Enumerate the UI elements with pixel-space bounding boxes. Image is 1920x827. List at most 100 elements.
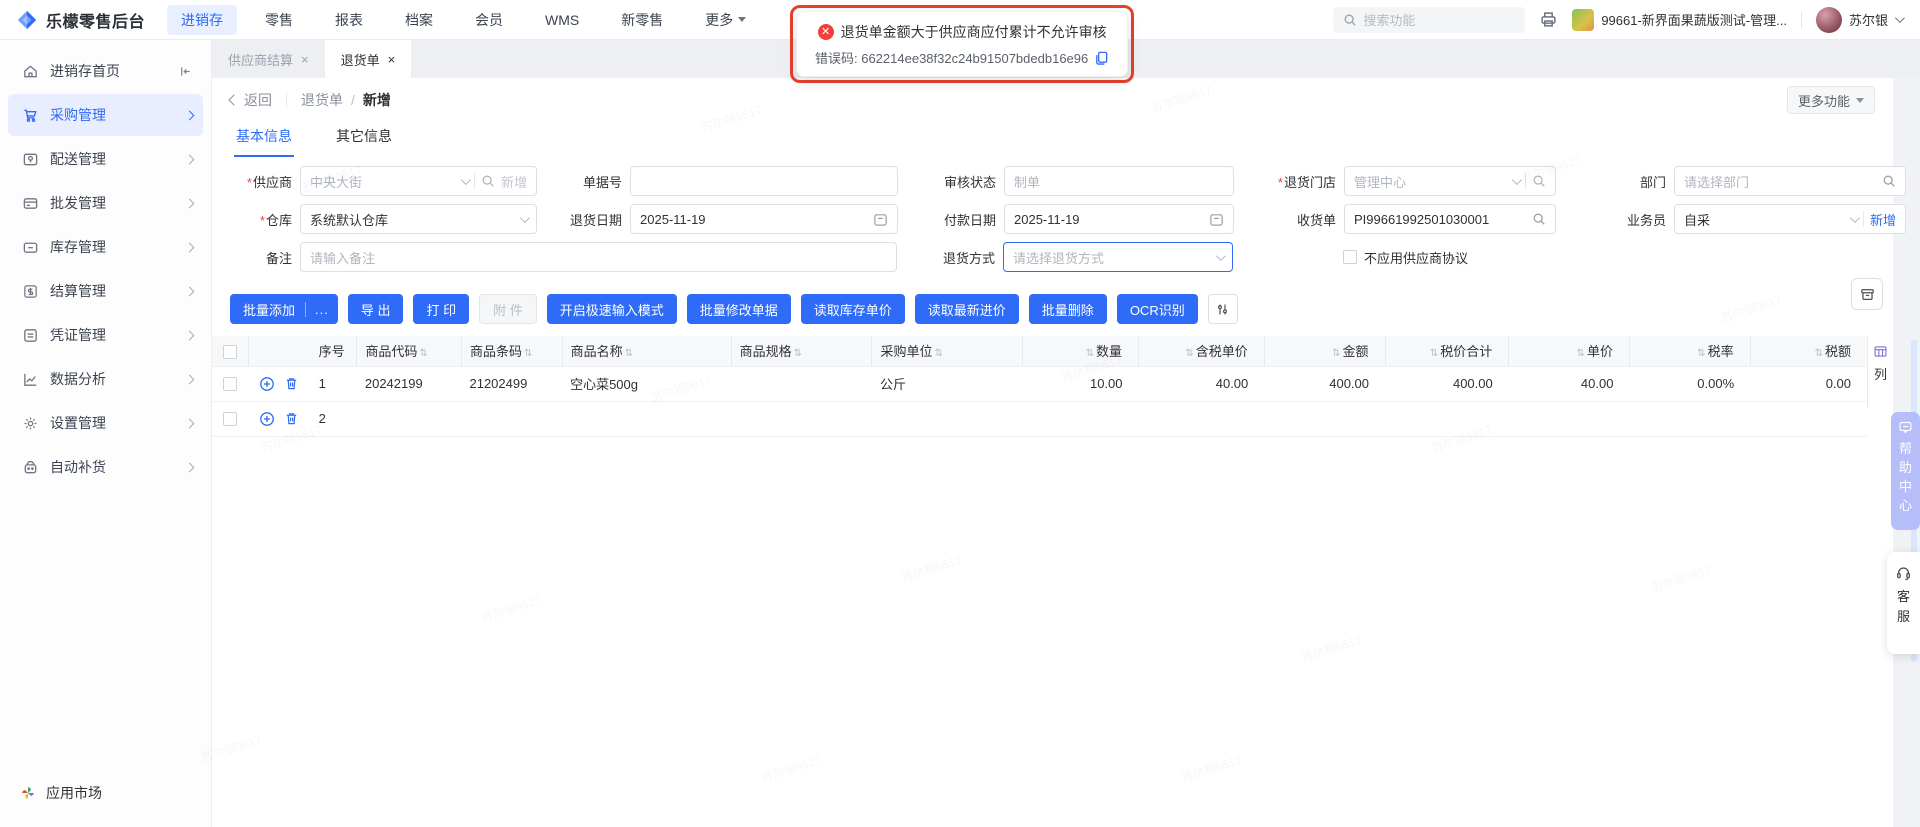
sidebar-item-settings[interactable]: 设置管理 [8, 402, 203, 444]
select-all-checkbox[interactable] [222, 344, 237, 359]
nav-item-inventory[interactable]: 进销存 [167, 4, 238, 35]
cell-name[interactable] [562, 401, 732, 437]
nav-item-members[interactable]: 会员 [461, 5, 517, 35]
close-icon[interactable]: × [388, 52, 396, 67]
tab-return-order[interactable]: 退货单 × [324, 40, 412, 78]
column-panel-toggle[interactable]: 列 [1867, 336, 1893, 408]
cell-name[interactable]: 空心菜500g [562, 366, 732, 402]
delete-row-icon[interactable] [284, 376, 299, 391]
search-icon[interactable] [1532, 212, 1546, 226]
col-header-barcode[interactable]: 商品条码 [460, 336, 563, 367]
salesman-select[interactable]: 自采 新增 [1674, 204, 1906, 234]
tab-basic-info[interactable]: 基本信息 [234, 122, 294, 157]
sidebar-item-delivery[interactable]: 配送管理 [8, 138, 203, 180]
return-date-picker[interactable]: 2025-11-19 [630, 204, 898, 234]
checkbox[interactable] [1343, 250, 1357, 264]
batch-add-label[interactable]: 批量添加 [230, 300, 305, 319]
global-search-input[interactable]: 搜索功能 [1333, 6, 1526, 33]
sort-icon[interactable] [1577, 348, 1585, 359]
tenant-switcher[interactable]: 99661-新界面果蔬版测试-管理... [1572, 8, 1787, 31]
sidebar-item-purchase[interactable]: 采购管理 [8, 94, 203, 136]
sidebar-item-settlement[interactable]: 结算管理 [8, 270, 203, 312]
help-center-tab[interactable]: 帮助中心 [1891, 412, 1920, 530]
more-functions-button[interactable]: 更多功能 [1786, 86, 1875, 114]
cell-qty[interactable]: 10.00 [1022, 366, 1139, 402]
cell-barcode[interactable] [461, 401, 563, 437]
add-row-icon[interactable] [259, 411, 275, 427]
no-supplier-agreement-checkbox[interactable]: 不应用供应商协议 [1343, 248, 1468, 267]
collapse-panel-button[interactable] [1851, 278, 1883, 310]
sort-icon[interactable] [1815, 348, 1823, 359]
search-icon[interactable] [1532, 174, 1546, 188]
sidebar-item-replenish[interactable]: 自动补货 [8, 446, 203, 488]
supplier-select[interactable]: 中央大街 新增 [300, 166, 537, 196]
fast-input-mode-button[interactable]: 开启极速输入模式 [546, 294, 677, 324]
col-header-price[interactable]: 单价 [1508, 336, 1630, 367]
nav-item-more[interactable]: 更多 [691, 5, 760, 35]
sort-icon[interactable] [419, 348, 427, 359]
cell-code[interactable] [356, 401, 462, 437]
cell-qty[interactable] [1022, 401, 1139, 437]
col-header-code[interactable]: 商品代码 [356, 336, 462, 367]
sort-icon[interactable] [1332, 348, 1340, 359]
app-market-item[interactable]: 应用市场 [0, 773, 212, 813]
sort-icon[interactable] [934, 348, 942, 359]
user-menu[interactable]: 苏尔银 [1815, 6, 1905, 33]
row-checkbox[interactable] [223, 377, 238, 392]
supplier-add-link[interactable]: 新增 [501, 172, 527, 191]
cell-unit[interactable] [871, 401, 1023, 437]
read-stock-price-button[interactable]: 读取库存单价 [800, 294, 905, 324]
cell-tax-amount[interactable]: 0.00 [1750, 366, 1867, 402]
batch-edit-doc-button[interactable]: 批量修改单据 [686, 294, 791, 324]
printer-icon[interactable] [1539, 10, 1558, 29]
search-icon[interactable] [481, 174, 495, 188]
close-icon[interactable]: × [301, 52, 309, 67]
col-header-amount[interactable]: 金额 [1263, 336, 1385, 367]
col-header-name[interactable]: 商品名称 [561, 336, 732, 367]
read-latest-price-button[interactable]: 读取最新进价 [914, 294, 1019, 324]
cell-tax-amount[interactable] [1750, 401, 1867, 437]
sort-icon[interactable] [794, 348, 802, 359]
warehouse-select[interactable]: 系统默认仓库 [300, 204, 537, 234]
nav-item-new-retail[interactable]: 新零售 [607, 5, 677, 35]
cell-price[interactable]: 40.00 [1508, 366, 1630, 402]
batch-add-more-button[interactable]: ... [305, 301, 338, 317]
cell-tax-rate[interactable] [1629, 401, 1751, 437]
sidebar-item-inventory[interactable]: 库存管理 [8, 226, 203, 268]
pay-date-picker[interactable]: 2025-11-19 [1004, 204, 1234, 234]
col-header-tax-price[interactable]: 含税单价 [1138, 336, 1265, 367]
nav-item-reports[interactable]: 报表 [321, 5, 377, 35]
cell-tax-total[interactable]: 400.00 [1385, 366, 1509, 402]
return-method-select[interactable]: 请选择退货方式 [1003, 242, 1233, 272]
column-settings-button[interactable] [1207, 294, 1238, 324]
sidebar-item-home[interactable]: 进销存首页 [8, 50, 203, 92]
tab-other-info[interactable]: 其它信息 [334, 122, 394, 155]
cell-unit[interactable]: 公斤 [871, 366, 1023, 402]
search-icon[interactable] [1882, 174, 1896, 188]
tab-supplier-settlement[interactable]: 供应商结算 × [212, 40, 325, 78]
cell-tax-total[interactable] [1385, 401, 1509, 437]
collapse-sidebar-icon[interactable] [178, 64, 193, 79]
nav-item-archives[interactable]: 档案 [391, 5, 447, 35]
print-button[interactable]: 打 印 [413, 294, 470, 324]
doc-no-input[interactable] [630, 166, 898, 196]
cell-price[interactable] [1508, 401, 1630, 437]
cell-tax-price[interactable] [1138, 401, 1265, 437]
customer-service-widget[interactable]: 客服 [1887, 552, 1920, 654]
cell-amount[interactable]: 400.00 [1264, 366, 1385, 402]
nav-item-wms[interactable]: WMS [531, 7, 593, 33]
receipt-no-input[interactable]: PI99661992501030001 [1344, 204, 1556, 234]
return-store-select[interactable]: 管理中心 [1344, 166, 1556, 196]
sidebar-item-wholesale[interactable]: 批发管理 [8, 182, 203, 224]
col-header-unit[interactable]: 采购单位 [871, 336, 1023, 367]
sort-icon[interactable] [1430, 348, 1438, 359]
cell-tax-rate[interactable]: 0.00% [1629, 366, 1751, 402]
sidebar-item-voucher[interactable]: 凭证管理 [8, 314, 203, 356]
batch-delete-button[interactable]: 批量删除 [1028, 294, 1107, 324]
cell-amount[interactable] [1264, 401, 1385, 437]
sort-icon[interactable] [1697, 348, 1705, 359]
col-header-tax-amount[interactable]: 税额 [1749, 336, 1867, 367]
sidebar-item-analytics[interactable]: 数据分析 [8, 358, 203, 400]
cell-code[interactable]: 20242199 [356, 366, 462, 402]
salesman-add-link[interactable]: 新增 [1870, 210, 1896, 229]
